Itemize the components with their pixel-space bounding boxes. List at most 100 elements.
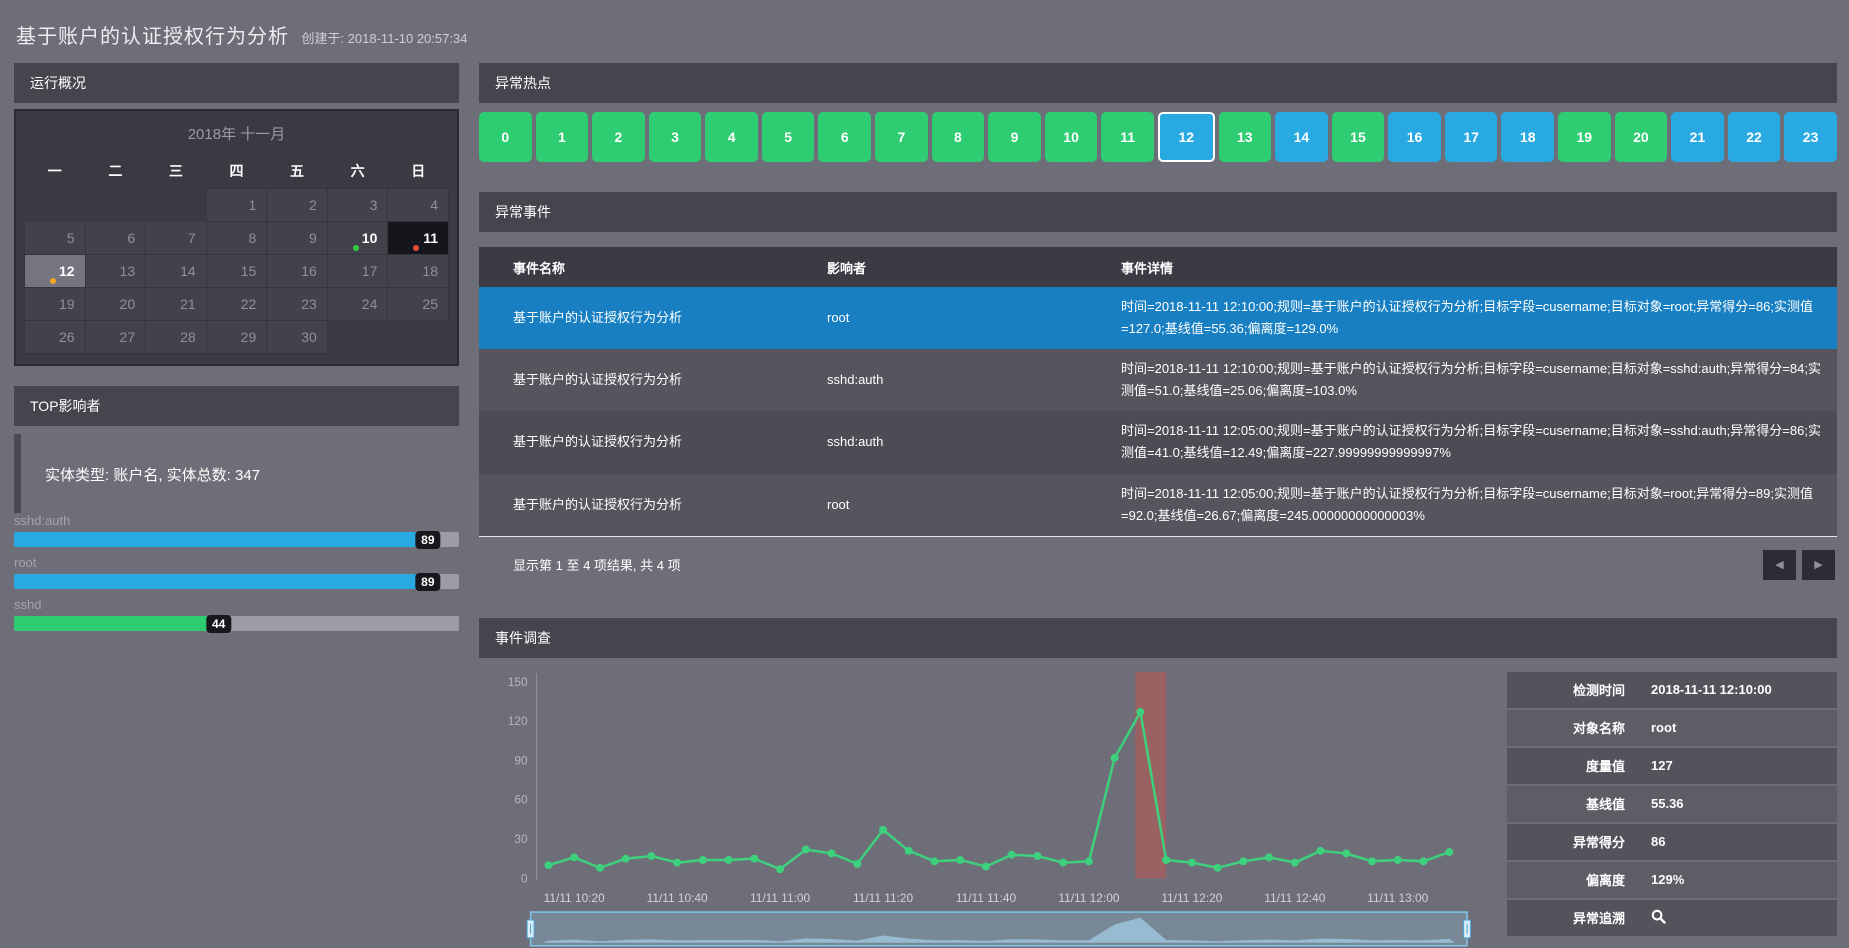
data-point-marker[interactable]: [647, 852, 655, 860]
data-point-marker[interactable]: [1239, 857, 1247, 865]
pagination-next-button[interactable]: ▶: [1802, 550, 1835, 580]
data-point-marker[interactable]: [1368, 857, 1376, 865]
calendar-day-29[interactable]: 29: [206, 321, 267, 354]
data-point-marker[interactable]: [570, 853, 578, 861]
event-row-2[interactable]: 基于账户的认证授权行为分析sshd:auth时间=2018-11-11 12:1…: [479, 349, 1837, 411]
hotspot-hour-17[interactable]: 17: [1445, 112, 1498, 162]
calendar-day-6[interactable]: 6: [85, 222, 146, 255]
hotspot-hour-11[interactable]: 11: [1101, 112, 1154, 162]
data-point-marker[interactable]: [1214, 864, 1222, 872]
data-point-marker[interactable]: [776, 865, 784, 873]
data-point-marker[interactable]: [1085, 857, 1093, 865]
calendar-day-19[interactable]: 19: [25, 288, 86, 321]
hotspot-hour-19[interactable]: 19: [1558, 112, 1611, 162]
event-row-1[interactable]: 基于账户的认证授权行为分析root时间=2018-11-11 12:10:00;…: [479, 287, 1837, 349]
calendar-day-14[interactable]: 14: [146, 255, 207, 288]
investigation-chart[interactable]: 030609012015011/11 10:2011/11 10:4011/11…: [479, 668, 1481, 948]
hotspot-hour-13[interactable]: 13: [1219, 112, 1272, 162]
data-point-marker[interactable]: [622, 854, 630, 862]
calendar-day-1[interactable]: 1: [206, 189, 267, 222]
data-point-marker[interactable]: [931, 857, 939, 865]
hotspot-hour-7[interactable]: 7: [875, 112, 928, 162]
data-point-marker[interactable]: [699, 856, 707, 864]
hotspot-hour-12-selected[interactable]: 12: [1158, 112, 1215, 162]
data-point-marker[interactable]: [1265, 853, 1273, 861]
data-point-marker[interactable]: [956, 856, 964, 864]
data-point-marker[interactable]: [828, 849, 836, 857]
data-point-marker[interactable]: [1136, 708, 1144, 716]
event-row-4[interactable]: 基于账户的认证授权行为分析root时间=2018-11-11 12:05:00;…: [479, 474, 1837, 537]
hotspot-hour-22[interactable]: 22: [1728, 112, 1781, 162]
calendar-day-10[interactable]: 10: [327, 222, 388, 255]
calendar-day-30[interactable]: 30: [267, 321, 328, 354]
calendar-day-28[interactable]: 28: [146, 321, 207, 354]
hotspot-hour-2[interactable]: 2: [592, 112, 645, 162]
hotspot-hour-14[interactable]: 14: [1275, 112, 1328, 162]
data-point-marker[interactable]: [750, 854, 758, 862]
data-point-marker[interactable]: [1033, 852, 1041, 860]
data-point-marker[interactable]: [1291, 858, 1299, 866]
hotspot-hour-3[interactable]: 3: [649, 112, 702, 162]
calendar-day-22[interactable]: 22: [206, 288, 267, 321]
calendar-day-9[interactable]: 9: [267, 222, 328, 255]
data-point-marker[interactable]: [1420, 857, 1428, 865]
calendar-day-25[interactable]: 25: [388, 288, 449, 321]
hotspot-hour-10[interactable]: 10: [1045, 112, 1098, 162]
calendar-day-11[interactable]: 11: [388, 222, 449, 255]
calendar-day-23[interactable]: 23: [267, 288, 328, 321]
data-point-marker[interactable]: [853, 860, 861, 868]
calendar-day-13[interactable]: 13: [85, 255, 146, 288]
data-point-marker[interactable]: [545, 861, 553, 869]
hotspot-hour-6[interactable]: 6: [818, 112, 871, 162]
calendar-day-17[interactable]: 17: [327, 255, 388, 288]
data-point-marker[interactable]: [1188, 858, 1196, 866]
data-point-marker[interactable]: [1394, 856, 1402, 864]
calendar-day-15[interactable]: 15: [206, 255, 267, 288]
hotspot-hour-8[interactable]: 8: [932, 112, 985, 162]
calendar-day-3[interactable]: 3: [327, 189, 388, 222]
calendar-day-21[interactable]: 21: [146, 288, 207, 321]
data-point-marker[interactable]: [596, 864, 604, 872]
data-point-marker[interactable]: [1111, 754, 1119, 762]
data-point-marker[interactable]: [1059, 858, 1067, 866]
calendar-day-24[interactable]: 24: [327, 288, 388, 321]
hotspot-hour-23[interactable]: 23: [1784, 112, 1837, 162]
hotspot-hour-21[interactable]: 21: [1671, 112, 1724, 162]
calendar-day-27[interactable]: 27: [85, 321, 146, 354]
hotspot-hour-9[interactable]: 9: [988, 112, 1041, 162]
data-point-marker[interactable]: [1162, 856, 1170, 864]
data-point-marker[interactable]: [802, 845, 810, 853]
detail-value[interactable]: [1625, 909, 1666, 927]
event-row-3[interactable]: 基于账户的认证授权行为分析sshd:auth时间=2018-11-11 12:0…: [479, 411, 1837, 473]
hotspot-hour-1[interactable]: 1: [536, 112, 589, 162]
pagination-prev-button[interactable]: ◀: [1763, 550, 1796, 580]
data-point-marker[interactable]: [1445, 848, 1453, 856]
hotspot-hour-20[interactable]: 20: [1615, 112, 1668, 162]
data-point-marker[interactable]: [673, 858, 681, 866]
calendar-day-18[interactable]: 18: [388, 255, 449, 288]
calendar-day-12[interactable]: 12: [25, 255, 86, 288]
calendar-day-8[interactable]: 8: [206, 222, 267, 255]
data-point-marker[interactable]: [982, 862, 990, 870]
trace-search-icon[interactable]: [1651, 909, 1666, 924]
y-axis-tick-label: 90: [514, 753, 528, 767]
calendar-day-5[interactable]: 5: [25, 222, 86, 255]
data-point-marker[interactable]: [1008, 851, 1016, 859]
hotspot-hour-4[interactable]: 4: [705, 112, 758, 162]
calendar-day-7[interactable]: 7: [146, 222, 207, 255]
calendar-day-16[interactable]: 16: [267, 255, 328, 288]
data-point-marker[interactable]: [1342, 849, 1350, 857]
hotspot-hour-5[interactable]: 5: [762, 112, 815, 162]
hotspot-hour-16[interactable]: 16: [1388, 112, 1441, 162]
data-point-marker[interactable]: [725, 856, 733, 864]
hotspot-hour-18[interactable]: 18: [1501, 112, 1554, 162]
calendar-day-2[interactable]: 2: [267, 189, 328, 222]
data-point-marker[interactable]: [879, 826, 887, 834]
hotspot-hour-0[interactable]: 0: [479, 112, 532, 162]
calendar-day-20[interactable]: 20: [85, 288, 146, 321]
calendar-day-26[interactable]: 26: [25, 321, 86, 354]
data-point-marker[interactable]: [1317, 847, 1325, 855]
hotspot-hour-15[interactable]: 15: [1332, 112, 1385, 162]
calendar-day-4[interactable]: 4: [388, 189, 449, 222]
data-point-marker[interactable]: [905, 847, 913, 855]
